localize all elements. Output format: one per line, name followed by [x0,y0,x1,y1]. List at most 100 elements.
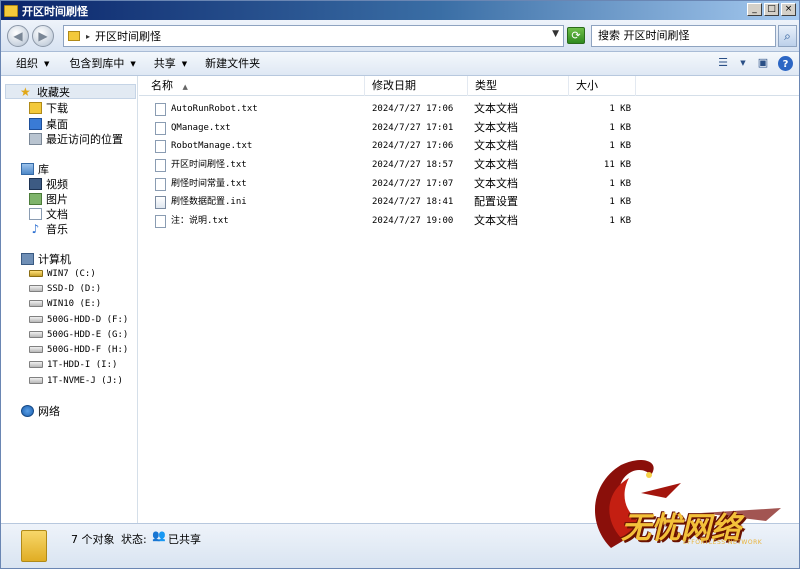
drive-icon [29,346,43,353]
file-name: AutoRunRobot.txt [171,104,258,114]
refresh-button[interactable]: ⟳ [567,27,585,44]
text-file-icon [155,122,166,135]
nav-libraries[interactable]: 库 [21,161,49,176]
nav-drive-c[interactable]: WIN7 (C:) [29,266,96,281]
library-icon [21,162,34,175]
table-row[interactable]: AutoRunRobot.txt 2024/7/27 17:06 文本文档 1 … [139,100,799,118]
network-icon [21,404,34,417]
state-label: 状态: [121,533,147,546]
forward-arrow-icon: ▶ [38,29,48,43]
chevron-down-icon: ▼ [44,59,50,68]
nav-drive-d[interactable]: SSD-D (D:) [29,281,101,296]
search-button[interactable]: ⌕ [778,25,797,47]
table-row[interactable]: QManage.txt 2024/7/27 17:01 文本文档 1 KB [139,119,799,137]
nav-favorites-label: 收藏夹 [37,85,70,99]
table-row[interactable]: 刷怪时间常量.txt 2024/7/27 17:07 文本文档 1 KB [139,175,799,193]
nav-item-videos[interactable]: 视频 [29,176,68,191]
organize-menu[interactable]: 组织 ▼ [8,53,57,75]
nav-favorites[interactable]: ★ 收藏夹 [5,84,136,99]
column-name-label: 名称 [151,79,173,92]
share-menu[interactable]: 共享 ▼ [146,53,195,75]
nav-drive-f[interactable]: 500G-HDD-D (F:) [29,312,128,327]
file-size: 1 KB [609,216,631,226]
system-drive-icon [29,270,43,277]
file-size: 1 KB [609,197,631,207]
nav-item-desktop[interactable]: 桌面 [29,116,68,131]
nav-drive-g[interactable]: 500G-HDD-E (G:) [29,327,128,342]
chevron-down-icon[interactable]: ▼ [738,54,748,72]
maximize-button[interactable]: □ [764,3,779,16]
address-dropdown-icon[interactable]: ▼ [552,29,559,39]
share-state: 已共享 [168,533,201,546]
search-input[interactable]: 搜索 开区时间刷怪 [591,25,776,47]
file-size: 1 KB [609,104,631,114]
nav-drive-e[interactable]: WIN10 (E:) [29,296,101,311]
search-icon: ⌕ [784,29,791,43]
window-title: 开区时间刷怪 [22,4,88,18]
nav-item-pictures[interactable]: 图片 [29,191,68,206]
music-icon: ♪ [31,221,40,236]
file-size: 1 KB [609,141,631,151]
nav-item-label: 桌面 [46,117,68,131]
nav-computer-label: 计算机 [38,252,71,266]
nav-item-music[interactable]: ♪ 音乐 [29,221,68,236]
preview-pane-icon[interactable]: ▣ [754,54,772,72]
text-file-icon [155,178,166,191]
nav-item-label: 文档 [46,207,68,221]
nav-item-label: 视频 [46,177,68,191]
nav-network[interactable]: 网络 [21,403,60,418]
forward-button[interactable]: ▶ [32,25,54,47]
column-name[interactable]: 名称 ▲ [145,76,365,96]
drive-label: 500G-HDD-E (G:) [47,329,129,340]
caption-buttons: _ □ × [747,3,796,16]
drive-label: 1T-HDD-I (I:) [47,359,118,370]
breadcrumb-arrow-icon[interactable]: ▸ [86,32,90,41]
column-size[interactable]: 大小 [570,76,636,96]
close-button[interactable]: × [781,3,796,16]
file-name: 刷怪时间常量.txt [171,179,247,189]
share-label: 共享 [153,56,176,70]
new-folder-label: 新建文件夹 [205,56,261,70]
file-type: 文本文档 [474,121,518,134]
new-folder-button[interactable]: 新建文件夹 [197,53,268,75]
text-file-icon [155,215,166,228]
drive-label: SSD-D (D:) [47,283,102,294]
table-row[interactable]: 注：说明.txt 2024/7/27 19:00 文本文档 1 KB [139,212,799,230]
table-row[interactable]: 刷怪数据配置.ini 2024/7/27 18:41 配置设置 1 KB [139,193,799,211]
navigation-pane: ★ 收藏夹 下载 桌面 最近访问的位置 库 视频 图片 文档 ♪ 音乐 计算机 … [1,76,138,523]
view-controls: ☰ ▼ ▣ ? [714,54,793,72]
help-icon[interactable]: ? [778,55,793,71]
title-bar: 开区时间刷怪 _ □ × [1,1,799,20]
column-type[interactable]: 类型 [469,76,569,96]
view-options-icon[interactable]: ☰ [714,54,732,72]
file-name: 刷怪数据配置.ini [171,197,247,207]
minimize-button[interactable]: _ [747,3,762,16]
nav-drive-i[interactable]: 1T-HDD-I (I:) [29,357,117,372]
nav-item-recent[interactable]: 最近访问的位置 [29,131,123,146]
computer-icon [21,252,34,265]
drive-label: WIN10 (E:) [47,298,102,309]
nav-computer[interactable]: 计算机 [21,251,71,266]
include-in-library-menu[interactable]: 包含到库中 ▼ [61,53,143,75]
nav-item-downloads[interactable]: 下载 [29,100,68,115]
file-modified: 2024/7/27 19:00 [372,216,454,226]
nav-item-documents[interactable]: 文档 [29,206,68,221]
nav-drive-j[interactable]: 1T-NVME-J (J:) [29,373,123,388]
table-row[interactable]: 开区时间刷怪.txt 2024/7/27 18:57 文本文档 11 KB [139,156,799,174]
nav-libraries-label: 库 [38,162,49,176]
column-modified[interactable]: 修改日期 [366,76,468,96]
column-modified-label: 修改日期 [372,79,416,92]
folder-icon [4,4,18,17]
back-button[interactable]: ◀ [7,25,29,47]
drive-label: 1T-NVME-J (J:) [47,375,123,386]
breadcrumb[interactable]: 开区时间刷怪 [95,28,161,44]
back-arrow-icon: ◀ [13,29,23,43]
nav-drive-h[interactable]: 500G-HDD-F (H:) [29,342,128,357]
video-icon [29,177,42,190]
item-count: 7 个对象 [71,533,115,546]
address-input[interactable]: ▸ 开区时间刷怪 ▼ [63,25,564,47]
file-size: 1 KB [609,123,631,133]
column-header: 名称 ▲ 修改日期 类型 大小 [139,76,799,96]
table-row[interactable]: RobotManage.txt 2024/7/27 17:06 文本文档 1 K… [139,137,799,155]
drive-icon [29,300,43,307]
